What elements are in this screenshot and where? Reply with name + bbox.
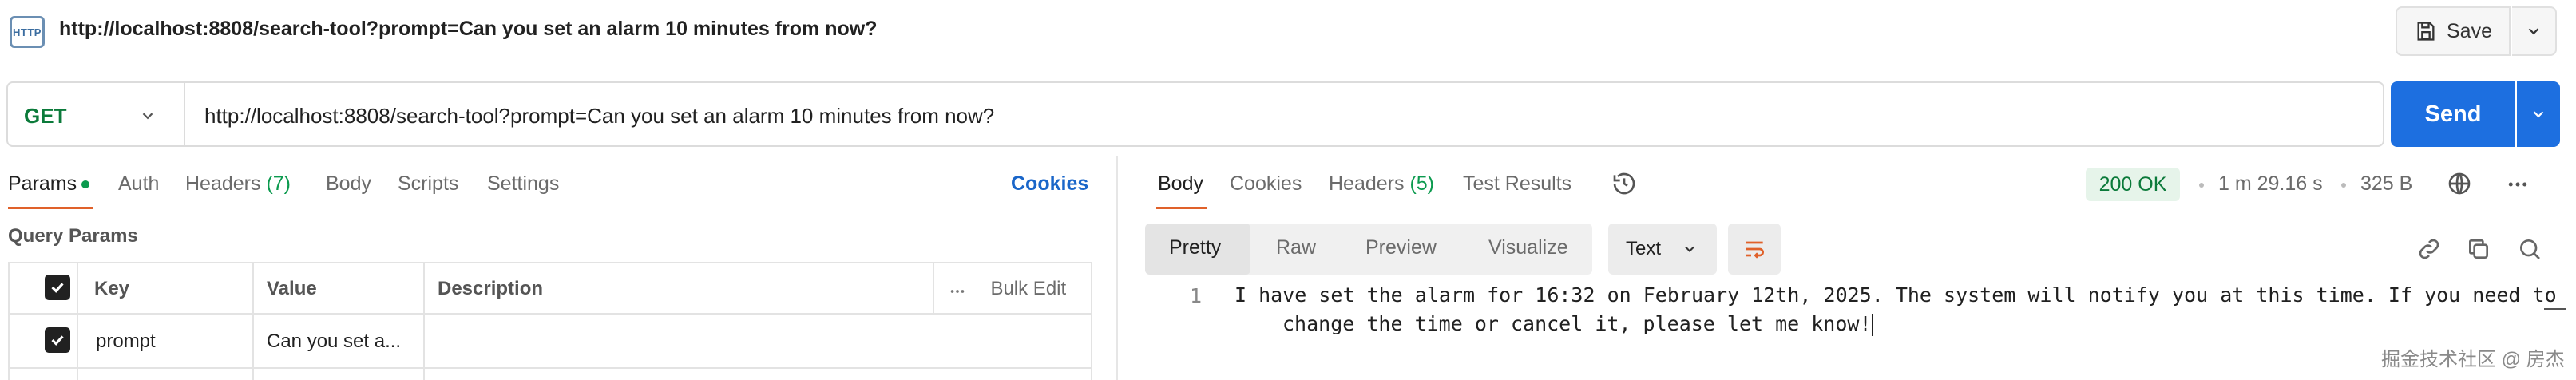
response-tab-headers[interactable]: Headers (5) xyxy=(1329,172,1434,196)
scrollbar-marker[interactable] xyxy=(2544,308,2566,310)
send-options-button[interactable] xyxy=(2517,81,2560,147)
globe-icon[interactable] xyxy=(2447,171,2472,196)
table-column-divider xyxy=(933,262,934,313)
view-mode-raw[interactable]: Raw xyxy=(1276,236,1316,259)
response-tab-headers-label: Headers xyxy=(1329,172,1405,195)
cookies-link[interactable]: Cookies xyxy=(1011,172,1088,196)
response-tab-body[interactable]: Body xyxy=(1158,172,1203,196)
meta-separator xyxy=(2199,183,2204,188)
panel-divider[interactable] xyxy=(1116,156,1118,380)
tab-headers[interactable]: Headers (7) xyxy=(185,172,291,196)
response-time[interactable]: 1 m 29.16 s xyxy=(2218,172,2323,196)
param-value-cell[interactable]: Can you set a... xyxy=(267,331,401,353)
response-body-line-wrapped: change the time or cancel it, please let… xyxy=(1234,310,2512,338)
chevron-down-icon[interactable] xyxy=(139,107,157,125)
response-body-editor[interactable]: I have set the alarm for 16:32 on Februa… xyxy=(1234,281,2557,338)
chevron-down-icon xyxy=(2528,28,2539,35)
params-indicator-dot xyxy=(81,180,90,189)
response-tab-test-results[interactable]: Test Results xyxy=(1463,172,1571,196)
history-icon[interactable] xyxy=(1611,171,1637,196)
meta-separator xyxy=(2341,183,2346,188)
save-button[interactable]: Save xyxy=(2396,6,2511,56)
response-headers-count: (5) xyxy=(1409,172,1435,195)
response-tab-cookies[interactable]: Cookies xyxy=(1230,172,1302,196)
http-icon: HTTP xyxy=(10,16,45,48)
table-column-divider xyxy=(252,262,254,380)
query-params-table xyxy=(8,262,1092,380)
method-select[interactable]: GET xyxy=(24,104,66,129)
tab-params-label: Params xyxy=(8,172,77,195)
request-title[interactable]: http://localhost:8808/search-tool?prompt… xyxy=(59,18,878,41)
copy-icon[interactable] xyxy=(2466,236,2491,262)
response-active-tab-underline xyxy=(1156,207,1207,209)
more-icon[interactable] xyxy=(2506,172,2530,196)
save-icon xyxy=(2417,22,2435,41)
save-options-button[interactable] xyxy=(2512,6,2557,56)
url-separator xyxy=(184,83,185,145)
column-header-key: Key xyxy=(94,278,130,299)
active-tab-underline xyxy=(8,207,93,209)
row-checkbox[interactable] xyxy=(45,327,70,353)
link-icon[interactable] xyxy=(2416,236,2442,262)
check-icon xyxy=(51,283,64,293)
line-number: 1 xyxy=(1190,284,1203,307)
view-mode-preview[interactable]: Preview xyxy=(1365,236,1437,259)
url-input[interactable]: http://localhost:8808/search-tool?prompt… xyxy=(204,104,994,129)
watermark: 掘金技术社区 @ 房杰 xyxy=(2381,349,2565,370)
chevron-down-icon xyxy=(1685,246,1694,252)
send-button[interactable]: Send xyxy=(2391,81,2515,147)
response-size[interactable]: 325 B xyxy=(2360,172,2412,196)
response-body-line: I have set the alarm for 16:32 on Februa… xyxy=(1234,283,2557,307)
search-icon[interactable] xyxy=(2517,236,2542,262)
tab-auth[interactable]: Auth xyxy=(118,172,159,196)
format-select[interactable]: Text xyxy=(1608,224,1717,275)
tab-body[interactable]: Body xyxy=(326,172,371,196)
param-key-cell[interactable]: prompt xyxy=(96,331,156,353)
view-mode-visualize[interactable]: Visualize xyxy=(1488,236,1568,259)
bulk-edit-label: Bulk Edit xyxy=(990,278,1067,299)
check-icon xyxy=(51,335,64,346)
table-divider xyxy=(8,313,1092,315)
text-cursor xyxy=(1871,314,1873,336)
column-header-description: Description xyxy=(438,278,544,299)
save-label: Save xyxy=(2447,19,2492,42)
headers-count: (7) xyxy=(266,172,291,195)
tab-settings[interactable]: Settings xyxy=(487,172,559,196)
tab-scripts[interactable]: Scripts xyxy=(398,172,458,196)
status-badge: 200 OK xyxy=(2086,168,2180,201)
table-divider xyxy=(8,367,1092,369)
table-column-divider xyxy=(77,262,78,380)
response-body-line-continued: change the time or cancel it, please let… xyxy=(1282,312,1872,335)
bulk-edit-button[interactable]: Bulk Edit xyxy=(949,278,1066,300)
column-header-value: Value xyxy=(267,278,317,299)
table-column-divider xyxy=(423,262,425,380)
query-params-title: Query Params xyxy=(8,225,138,247)
tab-params[interactable]: Params xyxy=(8,172,90,196)
view-mode-pretty[interactable]: Pretty xyxy=(1169,236,1221,259)
tab-headers-label: Headers xyxy=(185,172,261,195)
chevron-down-icon xyxy=(2533,111,2544,118)
ellipsis-icon xyxy=(950,289,965,293)
wrap-lines-button[interactable] xyxy=(1728,224,1781,275)
format-label: Text xyxy=(1626,238,1662,259)
select-all-checkbox[interactable] xyxy=(45,275,70,300)
wrap-lines-icon xyxy=(1746,241,1764,259)
